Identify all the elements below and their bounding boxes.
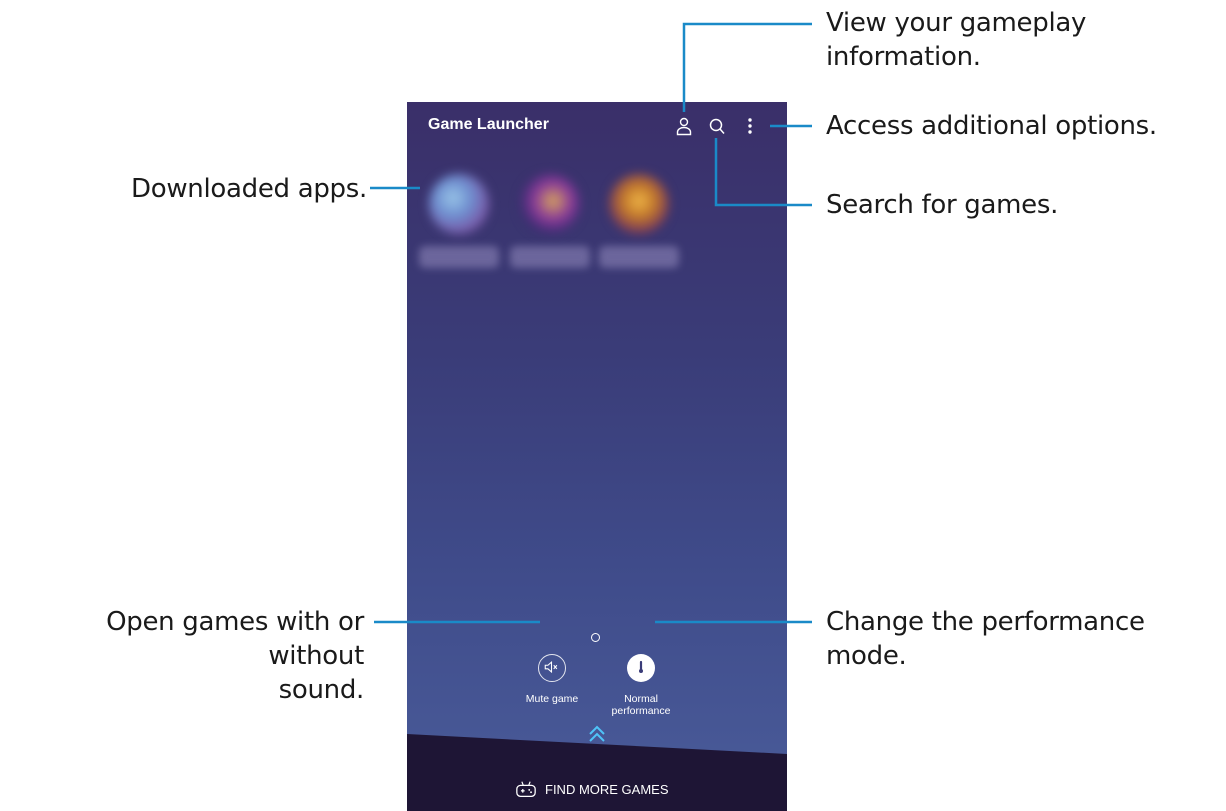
callout-search-games: Search for games. (826, 190, 1059, 220)
game-label-3 (599, 246, 679, 268)
find-more-games-button[interactable]: FIND MORE GAMES (515, 775, 669, 803)
callout-open-sound: Open games with or without sound. (106, 607, 364, 705)
performance-mode-label: Normal performance (611, 693, 671, 717)
callout-performance-mode: Change the performance mode. (826, 607, 1145, 671)
callout-downloaded-apps: Downloaded apps. (131, 174, 367, 204)
game-tile-1[interactable] (429, 174, 489, 234)
gamepad-icon (516, 781, 536, 797)
mute-game-button[interactable] (538, 654, 566, 682)
performance-mode-button[interactable] (627, 654, 655, 682)
more-options-icon[interactable] (746, 116, 754, 136)
game-tile-3[interactable] (609, 174, 669, 234)
game-label-1 (419, 246, 499, 268)
game-tile-2[interactable] (520, 174, 580, 234)
page-indicator (591, 633, 600, 642)
callout-additional-options: Access additional options. (826, 111, 1157, 141)
find-more-games-label: FIND MORE GAMES (545, 781, 669, 797)
mute-icon (544, 660, 558, 674)
profile-icon[interactable] (675, 116, 693, 136)
app-title: Game Launcher (428, 116, 549, 133)
gauge-icon (639, 660, 643, 673)
chevron-up-icon[interactable] (587, 722, 607, 744)
game-label-2 (510, 246, 590, 268)
callout-gameplay-info: View your gameplay information. (826, 8, 1087, 72)
mute-game-label: Mute game (525, 693, 579, 705)
game-launcher-screen: Game Launcher Mute game Normal performan… (407, 102, 787, 811)
search-icon[interactable] (708, 116, 726, 136)
